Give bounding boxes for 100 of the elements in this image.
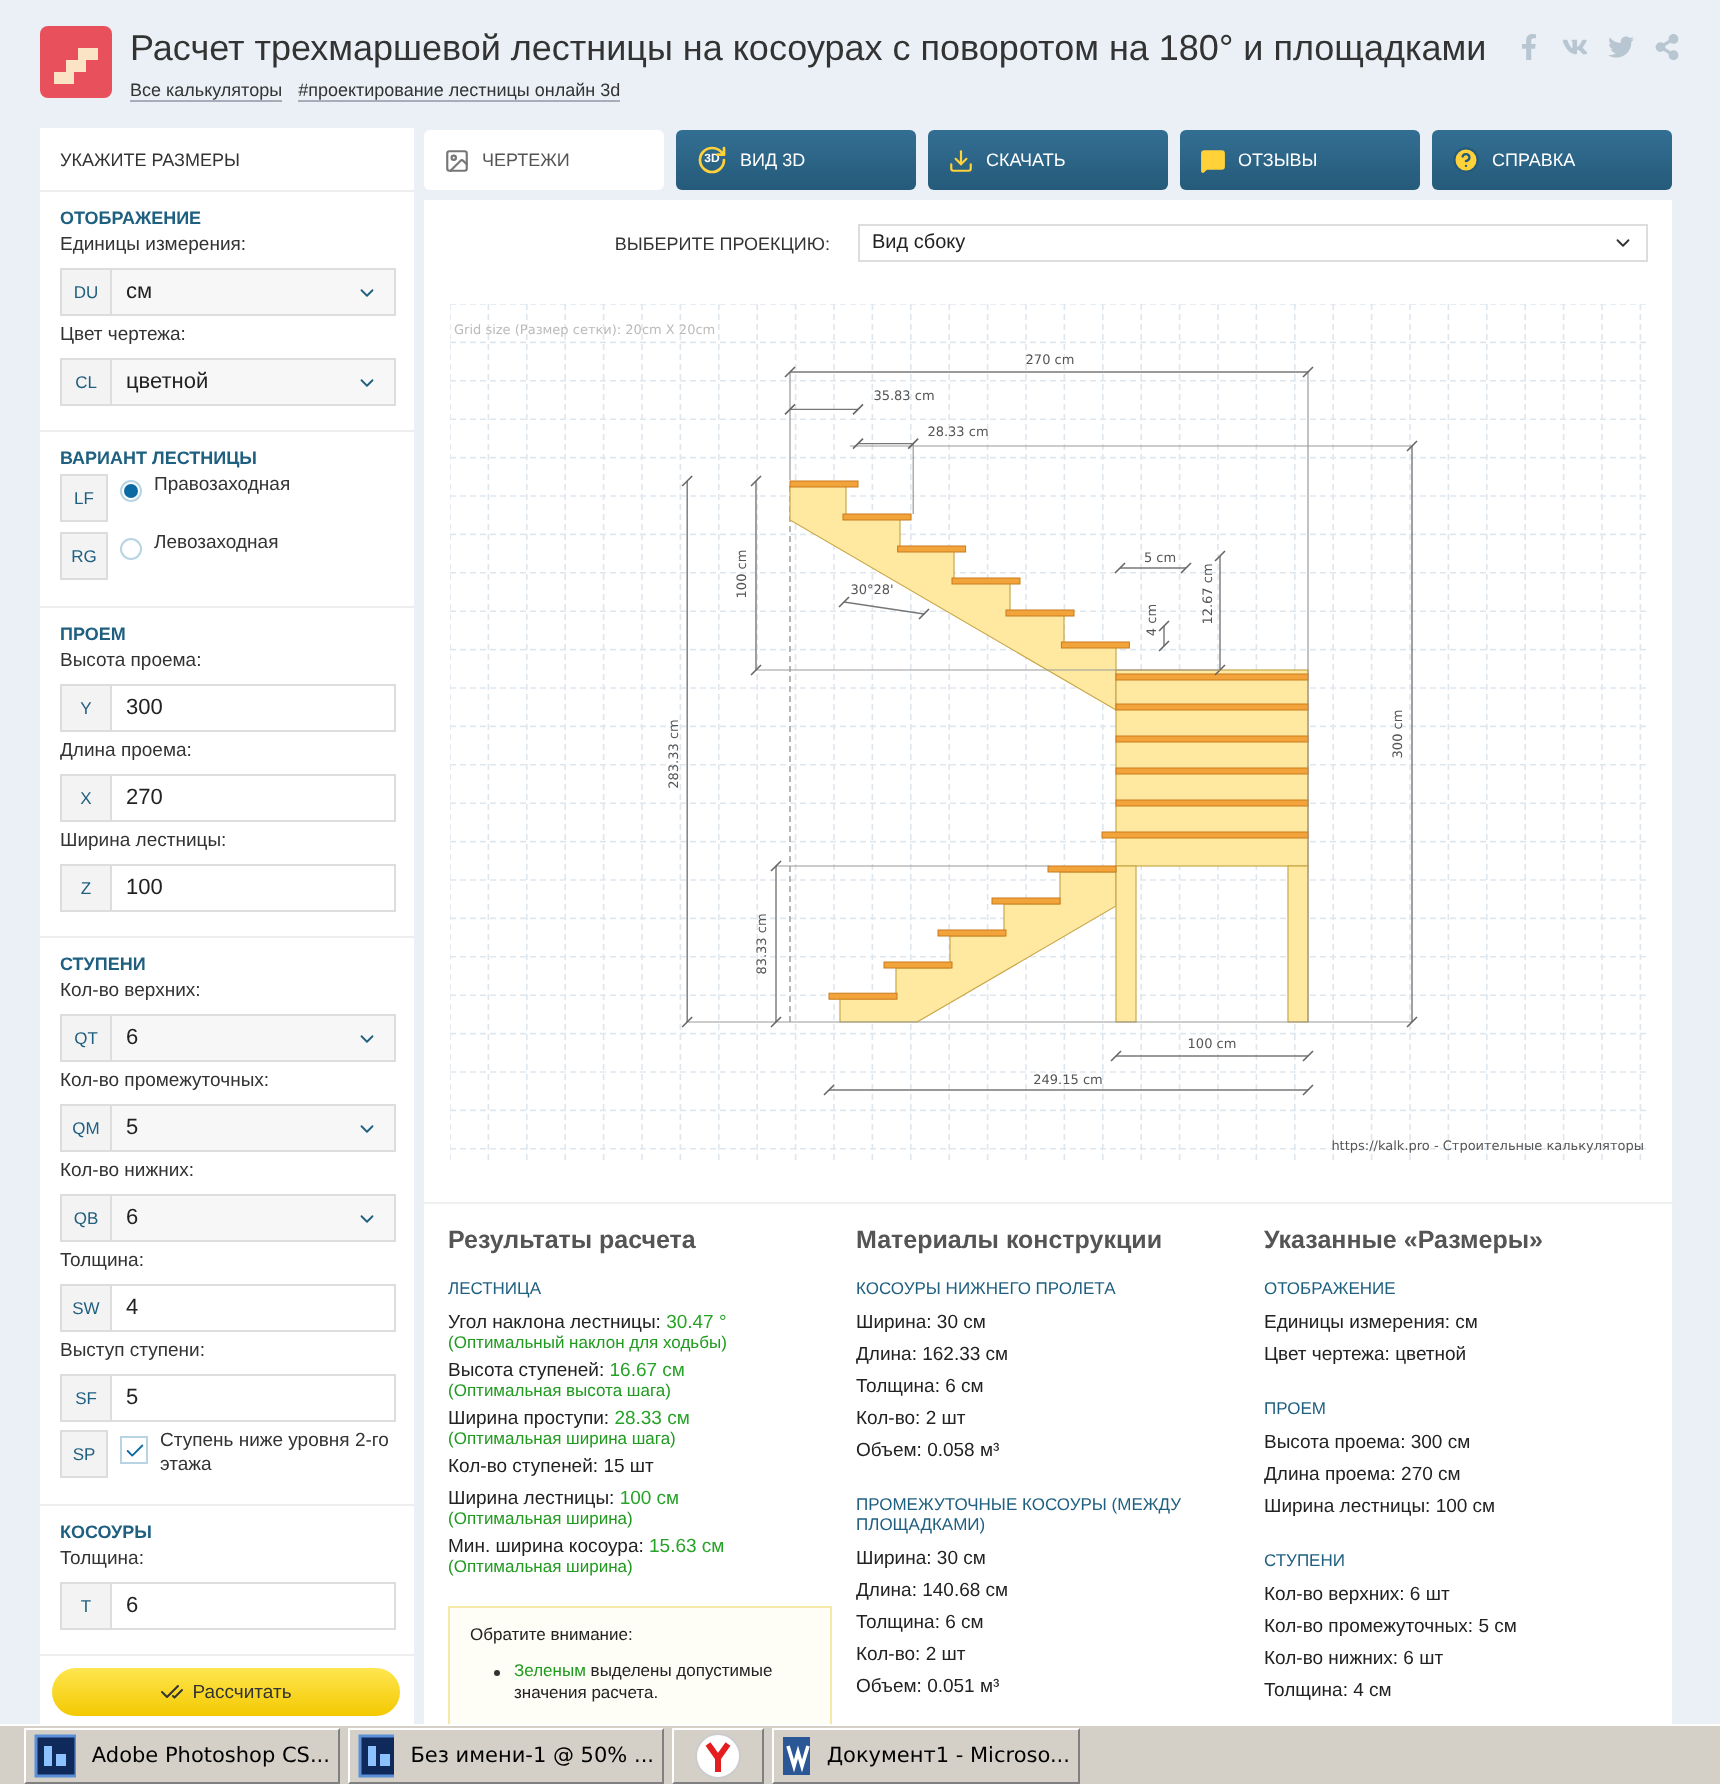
group-title: ПРОМЕЖУТОЧНЫЕ КОСОУРЫ (МЕЖДУ ПЛОЩАДКАМИ) [856, 1494, 1183, 1534]
radio-label: Левозаходная [154, 532, 279, 556]
tab[interactable]: ЧЕРТЕЖИ [424, 130, 664, 190]
section-title: ВАРИАНТ ЛЕСТНИЦЫ [60, 448, 259, 468]
breadcrumb-link[interactable]: #проектирование лестницы онлайн 3d [298, 80, 621, 102]
result-note: (Оптимальная высота шага) [448, 1382, 673, 1400]
option-code: LF [60, 474, 108, 522]
group-title: СТУПЕНИ [1264, 1550, 1347, 1570]
input-field[interactable]: T 6 [60, 1582, 396, 1630]
input-field[interactable]: SF 5 [60, 1374, 396, 1422]
help-icon [1452, 146, 1480, 174]
checkbox[interactable] [120, 1436, 148, 1464]
notice-text: Зеленым выделены допустимые значения расчета. [470, 1660, 810, 1704]
results-heading: Результаты расчета [448, 1226, 698, 1254]
result-value: Длина проема: 270 см [1264, 1466, 1463, 1486]
field-label: Ширина лестницы: [60, 830, 229, 854]
results-heading: Указанные «Размеры» [1264, 1226, 1545, 1254]
download-icon [948, 147, 974, 173]
taskbar-item[interactable] [672, 1728, 764, 1784]
app-icon [358, 1734, 395, 1778]
field-label: Толщина: [60, 1250, 146, 1274]
share-icon[interactable] [1654, 34, 1680, 60]
result-value: Кол-во ступеней: 15 шт [448, 1458, 656, 1478]
group-title: ПРОЕМ [1264, 1398, 1328, 1418]
taskbar-item[interactable]: Без имени-1 @ 50% ... [348, 1728, 664, 1784]
select-field[interactable]: QT 6 [60, 1014, 396, 1062]
section-title: ПРОЕМ [60, 624, 128, 644]
result-value: Ширина: 30 см [856, 1314, 988, 1334]
select-field[interactable]: QB 6 [60, 1194, 396, 1242]
result-value: Кол-во: 2 шт [856, 1646, 968, 1666]
field-label: Цвет чертежа: [60, 324, 188, 348]
result-value: Кол-во промежуточных: 5 см [1264, 1618, 1519, 1638]
input-field[interactable]: X 270 [60, 774, 396, 822]
taskbar-item[interactable]: Adobe Photoshop CS... [24, 1728, 340, 1784]
select-field[interactable]: QM 5 [60, 1104, 396, 1152]
field-label: Толщина: [60, 1548, 146, 1572]
logo-icon[interactable] [40, 26, 112, 98]
section-title: СТУПЕНИ [60, 954, 148, 974]
tab[interactable]: ОТЗЫВЫ [1180, 130, 1420, 190]
projection-select[interactable]: Вид сбоку [858, 224, 1648, 262]
check-icon [160, 1680, 185, 1704]
input-field[interactable]: Y 300 [60, 684, 396, 732]
radio-button[interactable] [120, 538, 142, 560]
result-value: Угол наклона лестницы: 30.47 ° [448, 1314, 729, 1334]
input-field[interactable]: SW 4 [60, 1284, 396, 1332]
tab[interactable]: СКАЧАТЬ [928, 130, 1168, 190]
result-note: (Оптимальный наклон для ходьбы) [448, 1334, 729, 1352]
result-value: Кол-во нижних: 6 шт [1264, 1650, 1446, 1670]
tab[interactable]: СПРАВКА [1432, 130, 1672, 190]
field-label: Кол-во промежуточных: [60, 1070, 272, 1094]
result-value: Длина: 140.68 см [856, 1582, 1011, 1602]
result-value: Высота проема: 300 см [1264, 1434, 1473, 1454]
result-value: Высота ступеней: 16.67 см [448, 1362, 687, 1382]
document-icon [782, 1734, 811, 1778]
radio-button[interactable] [120, 480, 142, 502]
result-value: Кол-во верхних: 6 шт [1264, 1586, 1452, 1606]
result-value: Единицы измерения: см [1264, 1314, 1480, 1334]
input-field[interactable]: Z 100 [60, 864, 396, 912]
facebook-icon[interactable] [1516, 34, 1542, 60]
field-label: Кол-во нижних: [60, 1160, 197, 1184]
breadcrumb-link[interactable]: Все калькуляторы [130, 80, 283, 102]
select-field[interactable]: DU см [60, 268, 396, 316]
result-value: Ширина лестницы: 100 см [1264, 1498, 1498, 1518]
option-code: SP [60, 1430, 108, 1478]
page-title: Расчет трехмаршевой лестницы на косоурах с поворотом на 180° и площадками [130, 26, 1489, 70]
option-code: RG [60, 532, 108, 580]
vk-icon[interactable] [1562, 34, 1588, 60]
result-value: Ширина: 30 см [856, 1550, 988, 1570]
results-heading: Материалы конструкции [856, 1226, 1165, 1254]
result-value: Толщина: 6 см [856, 1614, 986, 1634]
result-value: Объем: 0.051 м³ [856, 1678, 1002, 1698]
section-title: ОТОБРАЖЕНИЕ [60, 208, 204, 228]
calculate-button[interactable]: Рассчитать [52, 1668, 400, 1716]
result-value: Длина: 162.33 см [856, 1346, 1011, 1366]
result-value: Толщина: 6 см [856, 1378, 986, 1398]
result-value: Толщина: 4 см [1264, 1682, 1394, 1702]
field-label: Кол-во верхних: [60, 980, 203, 1004]
group-title: КОСОУРЫ НИЖНЕГО ПРОЛЕТА [856, 1278, 1118, 1298]
group-title: ЛЕСТНИЦА [448, 1278, 544, 1298]
radio-label: Правозаходная [154, 474, 291, 498]
browser-icon [694, 1732, 742, 1780]
image-icon [444, 147, 470, 173]
section-title: КОСОУРЫ [60, 1522, 154, 1542]
result-value: Цвет чертежа: цветной [1264, 1346, 1469, 1366]
notice-title: Обратите внимание: [470, 1624, 635, 1644]
result-note: (Оптимальная ширина) [448, 1558, 635, 1576]
select-field[interactable]: CL цветной [60, 358, 396, 406]
twitter-icon[interactable] [1608, 34, 1634, 60]
group-title: ОТОБРАЖЕНИЕ [1264, 1278, 1398, 1298]
field-label: Высота проема: [60, 650, 204, 674]
result-note: (Оптимальная ширина) [448, 1510, 635, 1528]
result-note: (Оптимальная ширина шага) [448, 1430, 678, 1448]
result-value: Ширина лестницы: 100 см [448, 1490, 682, 1510]
field-label: Единицы измерения: [60, 234, 249, 258]
sidebar-title: УКАЖИТЕ РАЗМЕРЫ [40, 128, 414, 192]
result-value: Ширина проступи: 28.33 см [448, 1410, 692, 1430]
field-label: Длина проема: [60, 740, 194, 764]
checkbox-label: Ступень ниже уровня 2-го этажа [160, 1430, 391, 1478]
result-value: Объем: 0.058 м³ [856, 1442, 1002, 1462]
taskbar-item[interactable]: Документ1 - Microso... [772, 1728, 1080, 1784]
